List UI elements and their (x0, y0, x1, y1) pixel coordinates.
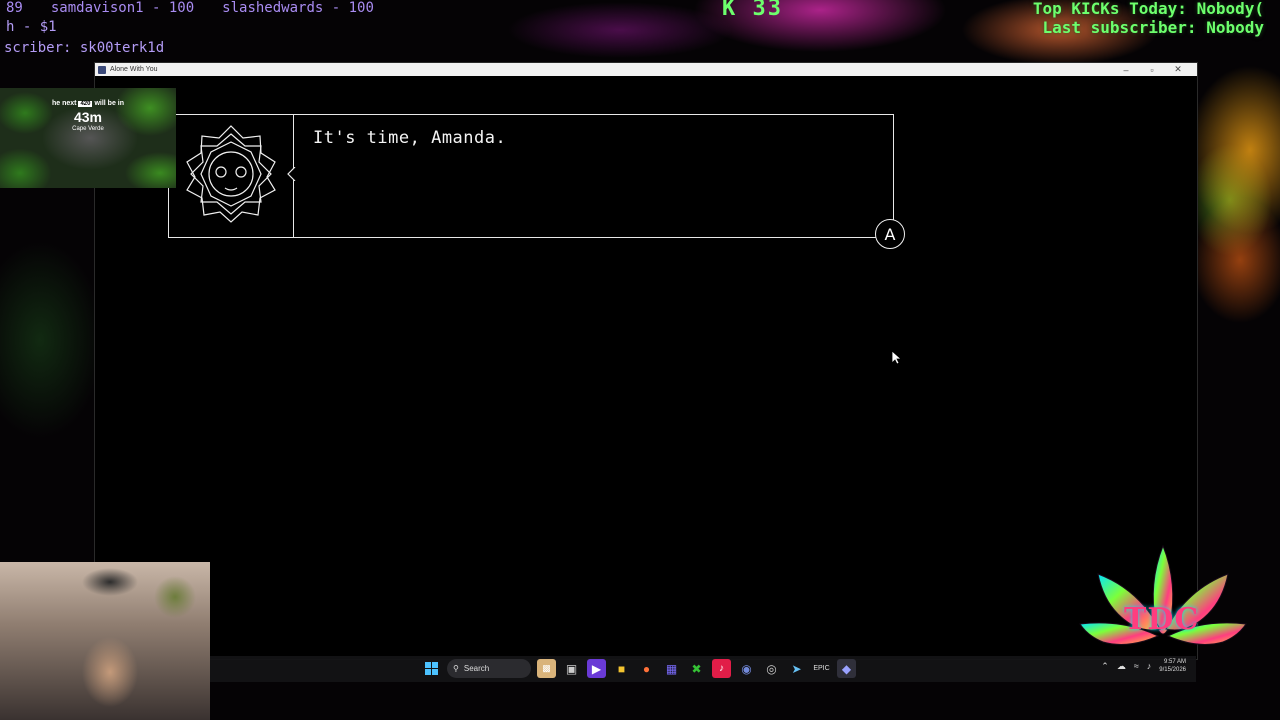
donation-line: h - $1 (6, 19, 57, 35)
portrait-pointer-icon (287, 167, 296, 181)
taskbar-apps: ⚲ Search ▩ ▣ ▶ ■ ● ▦ ✖ ♪ ◉ ◎ ➤ EPIC ◆ (422, 659, 856, 678)
webcam-feed (0, 562, 210, 720)
widgets-icon[interactable]: ▩ (537, 659, 556, 678)
ticker-item: samdavison1 - 100 (50, 0, 195, 16)
advance-button[interactable]: A (875, 219, 905, 249)
game-window: Alone With You – ▫ ✕ It's time, Amanda. … (94, 62, 1198, 660)
countdown-time: 43m (73, 109, 103, 125)
mouse-cursor-icon (892, 351, 902, 365)
search-icon: ⚲ (453, 664, 459, 673)
obs-icon[interactable]: ◎ (762, 659, 781, 678)
countdown-caption: he next 420 will be in (52, 100, 124, 107)
minimize-button[interactable]: – (1113, 65, 1139, 75)
close-button[interactable]: ✕ (1165, 64, 1191, 75)
ticker-item: slashedwards - 100 (222, 0, 374, 16)
xbox-icon[interactable]: ✖ (687, 659, 706, 678)
countdown-widget: he next 420 will be in 43m Cape Verde (0, 88, 176, 188)
ticker-item: 89 (6, 0, 23, 16)
speaker-portrait (169, 115, 294, 237)
task-view-icon[interactable]: ▣ (562, 659, 581, 678)
dialog-text: It's time, Amanda. (313, 128, 507, 148)
logo-text: TDC (1124, 602, 1200, 637)
channel-logo: TDC (1078, 544, 1248, 674)
window-title: Alone With You (110, 66, 158, 73)
game-icon[interactable]: ◆ (837, 659, 856, 678)
app-grid-icon[interactable]: ▦ (662, 659, 681, 678)
maximize-button[interactable]: ▫ (1139, 65, 1165, 75)
kick-counter: K 33 (722, 0, 783, 21)
media-icon[interactable]: ▶ (587, 659, 606, 678)
taskbar: ⚲ Search ▩ ▣ ▶ ■ ● ▦ ✖ ♪ ◉ ◎ ➤ EPIC ◆ ⌃ … (210, 656, 1196, 682)
discord-icon[interactable]: ◉ (737, 659, 756, 678)
steam-icon[interactable]: ➤ (787, 659, 806, 678)
dialog-box[interactable]: It's time, Amanda. (168, 114, 894, 238)
windows-start-icon[interactable] (422, 659, 441, 678)
subscriber-line: scriber: sk00terk1d (4, 40, 165, 56)
countdown-place: Cape Verde (72, 126, 104, 132)
epic-games-icon[interactable]: EPIC (812, 659, 831, 678)
taskbar-search[interactable]: ⚲ Search (447, 659, 531, 678)
app-icon (98, 65, 106, 74)
window-controls: – ▫ ✕ (1113, 63, 1191, 76)
file-explorer-icon[interactable]: ■ (612, 659, 631, 678)
window-titlebar[interactable]: Alone With You – ▫ ✕ (95, 63, 1197, 76)
search-placeholder: Search (463, 664, 490, 673)
geometric-face-icon (186, 125, 276, 223)
countdown-highlight: 420 (78, 101, 93, 107)
last-subscriber-text: Last subscriber: Nobody (1042, 18, 1264, 37)
firefox-icon[interactable]: ● (637, 659, 656, 678)
donor-ticker: 89 samdavison1 - 100 slashedwards - 100 (6, 0, 402, 16)
tiktok-icon[interactable]: ♪ (712, 659, 731, 678)
top-kicks-text: Top KICKs Today: Nobody( (1032, 0, 1264, 18)
